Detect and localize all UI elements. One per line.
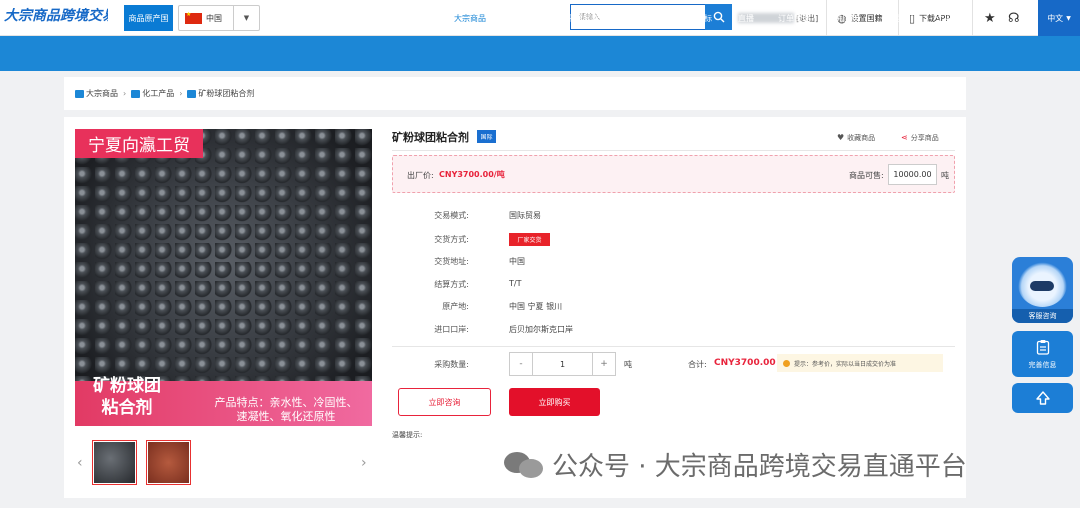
divider	[392, 346, 955, 347]
chevron-left-icon[interactable]: ‹	[77, 455, 83, 471]
clipboard-icon	[1036, 339, 1049, 355]
product-tag: 国际	[477, 130, 496, 143]
breadcrumb: 大宗商品 › 化工产品 › 矿粉球团粘合剂	[64, 77, 966, 110]
mail-icon	[187, 89, 197, 98]
site-logo[interactable]: 大宗商品跨境交易	[4, 5, 108, 31]
detail-label: 交易模式:	[434, 211, 469, 220]
nav-item[interactable]: 个人中心	[928, 8, 976, 28]
watermark: 公众号 · 大宗商品跨境交易直通平台	[504, 444, 967, 484]
robot-icon	[1018, 262, 1067, 307]
breadcrumb-item[interactable]: 化工产品	[142, 88, 174, 99]
quantity-increase-button[interactable]: +	[592, 352, 616, 376]
quantity-decrease-button[interactable]: -	[509, 352, 533, 376]
stock-value: 10000.00	[888, 164, 937, 185]
favorite-button[interactable]: ♥ 收藏商品	[837, 132, 875, 143]
nav-item[interactable]: 订单管理	[770, 8, 818, 28]
image-features: 产品特点：亲水性、冷固性、 速凝性、氧化还原性	[211, 396, 361, 424]
buy-now-button[interactable]: 立即购买	[509, 388, 600, 416]
share-button[interactable]: ⋖ 分享商品	[901, 132, 939, 143]
nav-item[interactable]: 平台服务	[560, 8, 606, 28]
language-label: 中文	[1047, 13, 1064, 23]
detail-value: 中国	[509, 257, 525, 266]
main-nav	[0, 36, 1080, 71]
stock-label: 商品可售:	[849, 171, 884, 180]
total-value: CNY3700.00	[714, 358, 776, 368]
nav-item[interactable]: 关于我们	[874, 8, 920, 28]
features-line: 速凝性、氧化还原性	[236, 410, 336, 423]
heart-icon: ♥	[837, 133, 845, 142]
warm-tip-label: 温馨提示:	[392, 431, 423, 439]
divider	[392, 150, 955, 151]
breadcrumb-item: 矿粉球团粘合剂	[198, 89, 255, 98]
share-label: 分享商品	[910, 133, 939, 142]
nav-item[interactable]: 直播	[730, 8, 762, 28]
image-product-name: 矿粉球团 粘合剂	[81, 375, 173, 419]
complete-info-label: 完善信息	[1028, 360, 1057, 369]
main-product-image: 宁夏向瀛工贸 矿粉球团 粘合剂 产品特点：亲水性、冷固性、 速凝性、氧化还原性	[75, 129, 372, 426]
nav-item[interactable]: 供应商	[827, 8, 865, 28]
total-label: 合计:	[688, 360, 707, 369]
nav-item[interactable]: 招标投标	[673, 8, 719, 28]
detail-value: 国际贸易	[509, 211, 541, 220]
back-to-top-button[interactable]	[1012, 383, 1073, 413]
image-banner-title: 宁夏向瀛工贸	[75, 129, 203, 158]
chevron-right-icon[interactable]: ›	[361, 455, 367, 471]
nav-item[interactable]: 首页	[405, 8, 439, 28]
tip-text: 提示：参考价，实际以当日成交价为准	[794, 360, 897, 368]
mail-icon	[75, 89, 84, 98]
price-value: CNY3700.00/吨	[439, 170, 505, 179]
breadcrumb-item[interactable]: 大宗商品	[86, 88, 118, 99]
image-name-line: 粘合剂	[101, 398, 153, 418]
stock-unit: 吨	[941, 171, 949, 180]
product-origin-button[interactable]: 商品原产国	[124, 5, 173, 31]
chevron-right-icon: ›	[179, 89, 183, 98]
nav-item[interactable]: 大宗商品	[447, 8, 493, 28]
thumbnail-2[interactable]	[146, 440, 191, 485]
country-select[interactable]: 中国 ▼	[178, 5, 260, 31]
detail-label: 原产地:	[442, 302, 469, 311]
image-name-line: 矿粉球团	[93, 376, 161, 396]
thumbnail-1[interactable]	[92, 440, 137, 485]
detail-label: 结算方式:	[434, 280, 469, 289]
share-icon: ⋖	[901, 133, 908, 142]
chevron-down-icon[interactable]: ▼	[233, 6, 259, 30]
detail-value: 后贝加尔斯克口岸	[509, 325, 573, 334]
quantity-unit: 吨	[624, 360, 632, 369]
detail-value: 中国 宁夏 银川	[509, 302, 563, 311]
chevron-right-icon: ›	[123, 89, 127, 98]
detail-label: 进口口岸:	[434, 325, 469, 334]
nav-item[interactable]: 电子竞拍	[616, 8, 662, 28]
delivery-tag: 厂家交货	[509, 233, 550, 246]
price-label: 出厂价:	[407, 171, 434, 180]
arrow-up-icon	[1035, 391, 1050, 405]
quantity-input[interactable]: 1	[533, 352, 592, 376]
customer-service-button[interactable]: 客服咨询	[1012, 257, 1073, 323]
thumbnail-powder	[148, 442, 189, 483]
price-box: 出厂价: CNY3700.00/吨 商品可售: 10000.00 吨	[392, 155, 955, 193]
complete-info-button[interactable]: 完善信息	[1012, 331, 1073, 377]
chevron-down-icon: ▼	[1066, 14, 1071, 22]
consult-button[interactable]: 立即咨询	[398, 388, 491, 416]
info-icon	[783, 359, 790, 367]
quantity-label: 采购数量:	[434, 360, 469, 369]
headset-icon[interactable]: ☊	[1008, 10, 1020, 26]
features-line: 产品特点：亲水性、冷固性、	[214, 396, 358, 409]
china-flag-icon	[185, 11, 202, 24]
detail-label: 交货地址:	[434, 257, 469, 266]
favorite-label: 收藏商品	[847, 133, 876, 142]
star-icon[interactable]: ★	[984, 10, 996, 26]
language-select[interactable]: 中文 ▼	[1038, 0, 1080, 36]
detail-value: T/T	[509, 279, 522, 288]
watermark-text: 公众号 · 大宗商品跨境交易直通平台	[552, 451, 967, 482]
detail-label: 交货方式:	[434, 235, 469, 244]
price-tip: 提示：参考价，实际以当日成交价为准	[777, 354, 943, 372]
thumbnail-pellets	[94, 442, 135, 483]
nav-item[interactable]: 需求发布	[502, 8, 548, 28]
country-name: 中国	[206, 13, 222, 23]
mail-icon	[131, 89, 141, 98]
customer-service-label: 客服咨询	[1012, 309, 1073, 323]
wechat-icon	[504, 450, 544, 478]
